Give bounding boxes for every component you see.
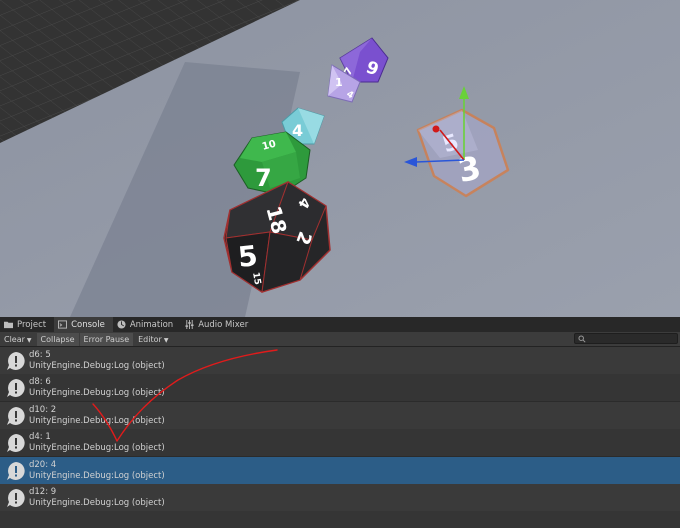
tab-animation[interactable]: Animation: [113, 317, 181, 332]
clear-button-label: Clear: [4, 334, 25, 344]
error-pause-toggle-label: Error Pause: [83, 334, 130, 344]
editor-dropdown-label: Editor: [138, 334, 162, 344]
console-icon: [58, 320, 68, 329]
log-source: UnityEngine.Debug:Log (object): [29, 360, 165, 371]
tab-project[interactable]: Project: [0, 317, 54, 332]
tab-console-label: Console: [71, 319, 105, 330]
svg-text:5: 5: [236, 239, 259, 274]
search-input[interactable]: [574, 333, 678, 344]
gizmo-x-handle: [432, 125, 440, 133]
chevron-down-icon: ▼: [26, 336, 32, 344]
log-source: UnityEngine.Debug:Log (object): [29, 442, 165, 453]
collapse-toggle[interactable]: Collapse: [36, 332, 79, 346]
log-entry[interactable]: d6: 5 UnityEngine.Debug:Log (object): [0, 347, 680, 374]
log-entry[interactable]: d12: 9 UnityEngine.Debug:Log (object): [0, 484, 680, 511]
log-source: UnityEngine.Debug:Log (object): [29, 415, 165, 426]
log-source: UnityEngine.Debug:Log (object): [29, 470, 165, 481]
log-entry[interactable]: d10: 2 UnityEngine.Debug:Log (object): [0, 402, 680, 429]
log-message: d10: 2: [29, 404, 57, 415]
info-message-icon: [7, 433, 25, 452]
search-icon: [578, 335, 586, 343]
tab-console[interactable]: Console: [54, 317, 113, 332]
scene-canvas[interactable]: 9 7 1 4 4 7 10 5 18 2 4 15 3: [0, 0, 680, 317]
info-message-icon: [7, 351, 25, 370]
error-pause-toggle[interactable]: Error Pause: [79, 332, 134, 346]
log-entry[interactable]: d4: 1 UnityEngine.Debug:Log (object): [0, 429, 680, 456]
console-log-list[interactable]: d6: 5 UnityEngine.Debug:Log (object) d8: …: [0, 347, 680, 528]
svg-text:7: 7: [255, 164, 272, 192]
log-message: d4: 1: [29, 431, 51, 442]
tab-animation-label: Animation: [129, 319, 174, 330]
log-message: d8: 6: [29, 376, 51, 387]
log-source: UnityEngine.Debug:Log (object): [29, 497, 165, 508]
log-source: UnityEngine.Debug:Log (object): [29, 387, 165, 398]
tab-audio-mixer[interactable]: Audio Mixer: [181, 317, 256, 332]
info-message-icon: [7, 406, 25, 425]
log-entry[interactable]: d8: 6 UnityEngine.Debug:Log (object): [0, 374, 680, 401]
log-message: d12: 9: [29, 486, 57, 497]
collapse-toggle-label: Collapse: [40, 334, 75, 344]
tab-project-label: Project: [17, 319, 47, 330]
info-message-icon: [7, 488, 25, 507]
chevron-down-icon: ▼: [163, 336, 169, 344]
panel-tab-bar: Project Console Animation Audio Mixer: [0, 317, 680, 333]
log-message: d20: 4: [29, 459, 57, 470]
log-entry-selected[interactable]: d20: 4 UnityEngine.Debug:Log (object): [0, 457, 680, 484]
info-message-icon: [7, 378, 25, 397]
clear-button[interactable]: Clear ▼: [0, 333, 36, 346]
info-message-icon: [7, 461, 25, 480]
animation-icon: [117, 320, 126, 329]
log-list-empty-space: [0, 511, 680, 528]
log-message: d6: 5: [29, 349, 51, 360]
tab-audio-mixer-label: Audio Mixer: [198, 319, 249, 330]
svg-text:1: 1: [335, 76, 343, 89]
scene-view[interactable]: 9 7 1 4 4 7 10 5 18 2 4 15 3: [0, 0, 680, 317]
console-toolbar: Clear ▼ Collapse Error Pause Editor ▼: [0, 332, 680, 347]
folder-icon: [4, 321, 13, 329]
editor-dropdown[interactable]: Editor ▼: [134, 333, 172, 346]
audio-mixer-icon: [185, 320, 194, 329]
